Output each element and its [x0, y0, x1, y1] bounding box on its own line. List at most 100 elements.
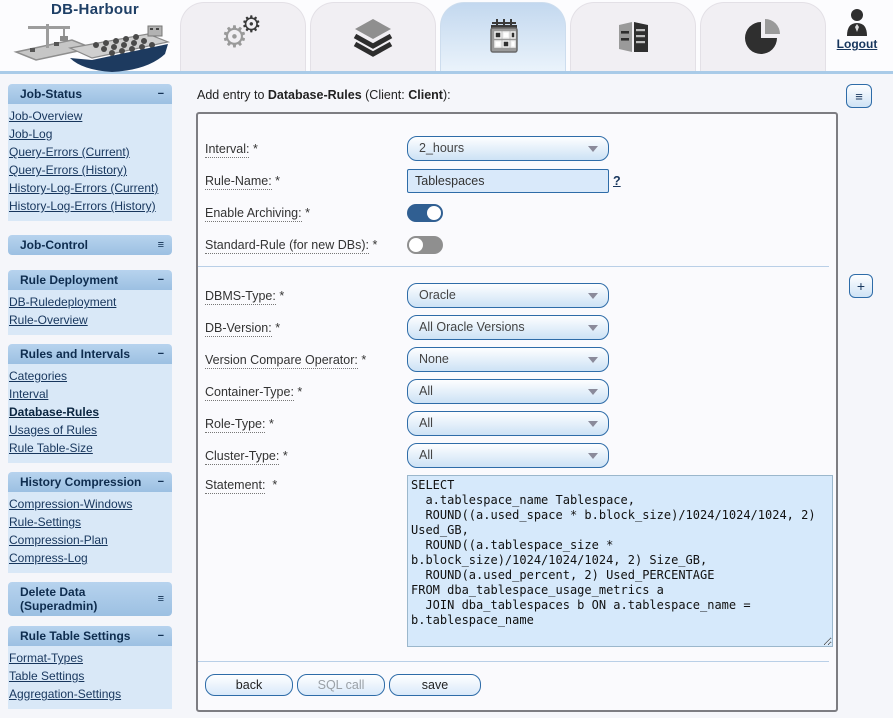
interval-label: Interval:: [205, 142, 249, 158]
standard-rule-toggle[interactable]: [407, 236, 443, 254]
sidebar-item-query-errors-current[interactable]: Query-Errors (Current): [9, 143, 170, 161]
form-buttons: back SQL call save: [205, 674, 836, 696]
collapse-icon[interactable]: −: [158, 348, 164, 360]
role-type-select[interactable]: All: [407, 411, 609, 436]
sidebar-section-rules-and-intervals: Rules and Intervals − Categories Interva…: [8, 344, 172, 463]
required-marker: *: [372, 238, 377, 252]
section-title: History Compression: [20, 475, 141, 489]
field-label: Version Compare Operator: *: [205, 353, 407, 367]
user-icon: [844, 8, 870, 36]
db-version-select[interactable]: All Oracle Versions: [407, 315, 609, 340]
add-dbms-type-button[interactable]: +: [849, 274, 873, 298]
enable-archiving-toggle[interactable]: [407, 204, 443, 222]
sidebar-item-compress-log[interactable]: Compress-Log: [9, 549, 170, 567]
dbms-type-value: Oracle: [419, 288, 456, 302]
interval-select[interactable]: 2_hours: [407, 136, 609, 161]
sidebar-section-header-rules-and-intervals[interactable]: Rules and Intervals −: [8, 344, 172, 364]
sidebar-item-history-log-errors-current[interactable]: History-Log-Errors (Current): [9, 179, 170, 197]
field-label: Rule-Name: *: [205, 174, 407, 188]
panel-menu-button[interactable]: ≡: [846, 84, 872, 108]
section-title: Delete Data (Superadmin): [20, 585, 158, 613]
field-label: Cluster-Type: *: [205, 449, 407, 463]
tab-reports[interactable]: [570, 2, 696, 71]
sidebar-item-aggregation-settings[interactable]: Aggregation-Settings: [9, 685, 170, 703]
sidebar-item-database-rules[interactable]: Database-Rules: [9, 403, 170, 421]
back-button[interactable]: back: [205, 674, 293, 696]
cluster-type-value: All: [419, 448, 433, 462]
section-title: Rules and Intervals: [20, 347, 130, 361]
sidebar-item-compression-plan[interactable]: Compression-Plan: [9, 531, 170, 549]
section-title: Job-Control: [20, 238, 88, 252]
sidebar-section-header-history-compression[interactable]: History Compression −: [8, 472, 172, 492]
sidebar-section-header-rule-table-settings[interactable]: Rule Table Settings −: [8, 626, 172, 646]
required-marker: *: [272, 478, 277, 492]
sidebar-item-rule-table-size[interactable]: Rule Table-Size: [9, 439, 170, 457]
required-marker: *: [305, 206, 310, 220]
sidebar-item-job-log[interactable]: Job-Log: [9, 125, 170, 143]
sidebar-item-db-ruledeployment[interactable]: DB-Ruledeployment: [9, 293, 170, 311]
sidebar-item-job-overview[interactable]: Job-Overview: [9, 107, 170, 125]
container-type-select[interactable]: All: [407, 379, 609, 404]
tab-settings[interactable]: ⚙⚙: [180, 2, 306, 71]
pie-chart-icon: [743, 17, 783, 57]
collapse-icon[interactable]: −: [158, 476, 164, 488]
collapse-icon[interactable]: −: [158, 274, 164, 286]
sidebar-item-categories[interactable]: Categories: [9, 367, 170, 385]
sidebar-item-rule-overview[interactable]: Rule-Overview: [9, 311, 170, 329]
field-label: Interval: *: [205, 142, 407, 156]
form-row-enable-archiving: Enable Archiving: *: [205, 200, 836, 225]
save-button[interactable]: save: [389, 674, 481, 696]
section-items: Compression-Windows Rule-Settings Compre…: [8, 492, 172, 573]
sidebar-section-header-job-status[interactable]: Job-Status −: [8, 84, 172, 104]
form-section-divider: [198, 266, 829, 267]
harbour-ship-logo-image: [10, 18, 176, 73]
chevron-down-icon: [588, 389, 598, 395]
rule-name-label: Rule-Name:: [205, 174, 272, 190]
container-type-label: Container-Type:: [205, 385, 294, 401]
cluster-type-select[interactable]: All: [407, 443, 609, 468]
version-compare-operator-select[interactable]: None: [407, 347, 609, 372]
rule-name-input[interactable]: [407, 169, 609, 193]
expand-icon[interactable]: ≡: [158, 593, 164, 605]
dbms-type-label: DBMS-Type:: [205, 289, 276, 305]
form-row-container-type: Container-Type: * All: [205, 379, 836, 404]
sidebar-section-job-status: Job-Status − Job-Overview Job-Log Query-…: [8, 84, 172, 221]
sidebar-section-history-compression: History Compression − Compression-Window…: [8, 472, 172, 573]
sidebar-item-interval[interactable]: Interval: [9, 385, 170, 403]
sidebar-section-job-control: Job-Control ≡: [8, 235, 172, 255]
sidebar-item-usages-of-rules[interactable]: Usages of Rules: [9, 421, 170, 439]
role-type-label: Role-Type:: [205, 417, 265, 433]
app-logo[interactable]: DB-Harbour: [10, 1, 180, 73]
required-marker: *: [361, 353, 366, 367]
sidebar-item-table-settings[interactable]: Table Settings: [9, 667, 170, 685]
logout-block: Logout: [827, 8, 887, 51]
tab-scheduling[interactable]: [440, 2, 566, 71]
sidebar-section-header-job-control[interactable]: Job-Control ≡: [8, 235, 172, 255]
sidebar-item-history-log-errors-history[interactable]: History-Log-Errors (History): [9, 197, 170, 215]
sidebar-item-format-types[interactable]: Format-Types: [9, 649, 170, 667]
collapse-icon[interactable]: −: [158, 88, 164, 100]
statement-textarea[interactable]: SELECT a.tablespace_name Tablespace, ROU…: [407, 475, 833, 647]
sidebar-section-header-delete-data[interactable]: Delete Data (Superadmin) ≡: [8, 582, 172, 616]
sidebar-item-query-errors-history[interactable]: Query-Errors (History): [9, 161, 170, 179]
sidebar-item-compression-windows[interactable]: Compression-Windows: [9, 495, 170, 513]
rule-name-help-link[interactable]: ?: [613, 174, 621, 188]
form-row-cluster-type: Cluster-Type: * All: [205, 443, 836, 468]
form-row-role-type: Role-Type: * All: [205, 411, 836, 436]
toggle-knob: [409, 238, 423, 252]
db-version-label: DB-Version:: [205, 321, 272, 337]
dbms-type-select[interactable]: Oracle: [407, 283, 609, 308]
sidebar-item-rule-settings[interactable]: Rule-Settings: [9, 513, 170, 531]
sql-call-button[interactable]: SQL call: [297, 674, 385, 696]
collapse-icon[interactable]: −: [158, 630, 164, 642]
field-label: DB-Version: *: [205, 321, 407, 335]
sidebar-section-rule-deployment: Rule Deployment − DB-Ruledeployment Rule…: [8, 270, 172, 335]
main-content: Add entry to Database-Rules (Client: Cli…: [196, 84, 872, 712]
title-suffix: ):: [443, 88, 451, 102]
tab-statistics[interactable]: [700, 2, 826, 71]
statement-label: Statement:: [205, 478, 265, 494]
expand-icon[interactable]: ≡: [158, 239, 164, 251]
sidebar-section-header-rule-deployment[interactable]: Rule Deployment −: [8, 270, 172, 290]
logout-link[interactable]: Logout: [827, 37, 887, 51]
tab-layers[interactable]: [310, 2, 436, 71]
